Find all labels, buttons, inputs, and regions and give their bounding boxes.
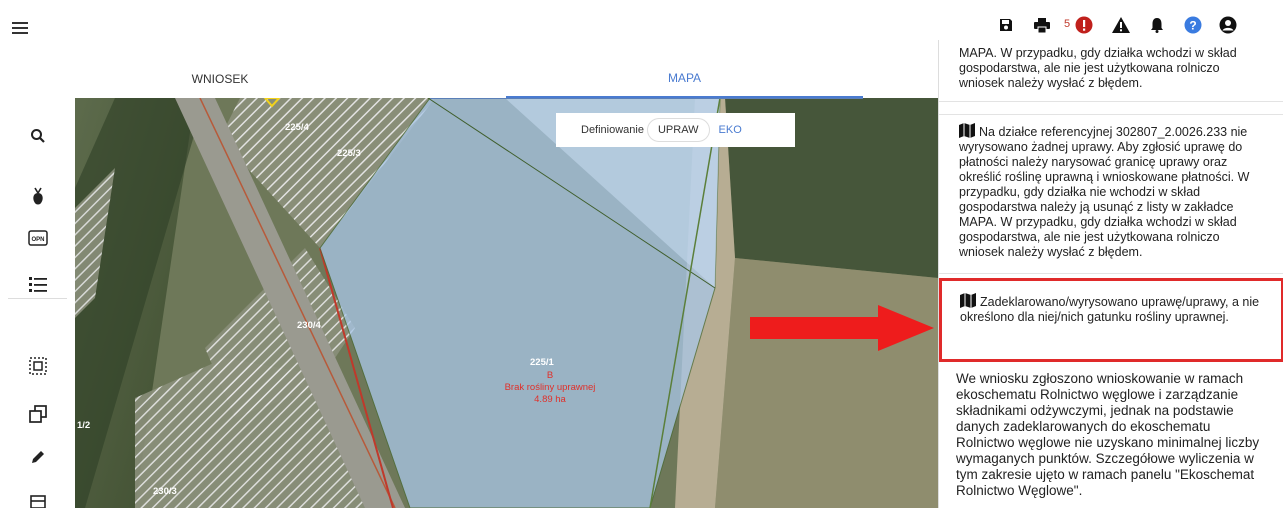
error-count: 5 — [1064, 18, 1071, 30]
parcel-label: 230/3 — [153, 486, 177, 497]
warning-icon[interactable] — [1111, 14, 1131, 36]
app-root: WNIOSEK MAPA OPN 225/4 225/3 230/4 225/1… — [0, 0, 1283, 508]
parcel-label: 1/2 — [77, 420, 91, 431]
tab-wniosek[interactable]: WNIOSEK — [75, 60, 365, 98]
message-item[interactable]: Na działce referencyjnej 302807_2.0026.2… — [939, 114, 1283, 274]
red-arrow-icon — [750, 305, 934, 351]
eko-toggle[interactable]: EKO — [719, 124, 742, 136]
message-text: Na działce referencyjnej 302807_2.0026.2… — [959, 125, 1250, 259]
search-icon[interactable] — [22, 120, 54, 152]
crop-label: B Brak rośliny uprawnej 4.89 ha — [485, 370, 615, 406]
menu-icon[interactable] — [12, 22, 28, 34]
crop-code: B — [546, 370, 554, 381]
map-tools-sidebar: OPN — [0, 98, 75, 508]
defining-label: Definiowanie — [581, 124, 644, 136]
tab-mapa[interactable]: MAPA — [506, 60, 863, 98]
defining-switch: Definiowanie UPRAW EKO — [556, 113, 795, 147]
svg-text:OPN: OPN — [31, 237, 44, 243]
select-area-icon[interactable] — [22, 350, 54, 382]
map-canvas[interactable]: 225/4 225/3 230/4 225/1 1/2 230/3 B Brak… — [75, 98, 938, 508]
parcel-label: 225/4 — [285, 122, 309, 133]
crop-note: Brak rośliny uprawnej — [504, 382, 596, 393]
save-icon[interactable] — [996, 14, 1016, 36]
edit-pencil-icon[interactable] — [22, 441, 54, 473]
tab-bar: WNIOSEK MAPA — [75, 60, 863, 98]
user-account-icon[interactable] — [1218, 14, 1238, 36]
error-alert-icon[interactable] — [1074, 14, 1094, 36]
table-icon[interactable] — [22, 486, 54, 508]
parcel-label: 225/1 — [530, 357, 554, 368]
messages-panel: MAPA. W przypadku, gdy działka wchodzi w… — [938, 40, 1283, 508]
copy-shape-icon[interactable] — [22, 398, 54, 430]
opn-icon[interactable]: OPN — [22, 222, 54, 254]
parcel-label: 230/4 — [297, 320, 321, 331]
print-icon[interactable] — [1032, 14, 1052, 36]
message-item-highlighted[interactable]: Zadeklarowano/wyrysowano uprawę/uprawy, … — [939, 278, 1283, 362]
parcel-label: 225/3 — [337, 148, 361, 159]
upraw-toggle[interactable]: UPRAW — [647, 119, 709, 141]
crop-plant-icon[interactable] — [22, 180, 54, 212]
message-item: We wniosku zgłoszono wnioskowanie w rama… — [939, 365, 1283, 508]
message-text: Zadeklarowano/wyrysowano uprawę/uprawy, … — [960, 295, 1260, 324]
crop-area: 4.89 ha — [534, 394, 566, 405]
bell-icon[interactable] — [1147, 14, 1167, 36]
help-icon[interactable]: ? — [1183, 14, 1203, 36]
message-text: We wniosku zgłoszono wnioskowanie w rama… — [956, 371, 1260, 498]
list-icon[interactable] — [22, 268, 54, 300]
svg-text:?: ? — [1189, 19, 1196, 33]
message-item: MAPA. W przypadku, gdy działka wchodzi w… — [939, 40, 1283, 102]
map-icon — [959, 123, 975, 138]
message-text: MAPA. W przypadku, gdy działka wchodzi w… — [959, 46, 1237, 90]
map-icon — [960, 293, 976, 308]
